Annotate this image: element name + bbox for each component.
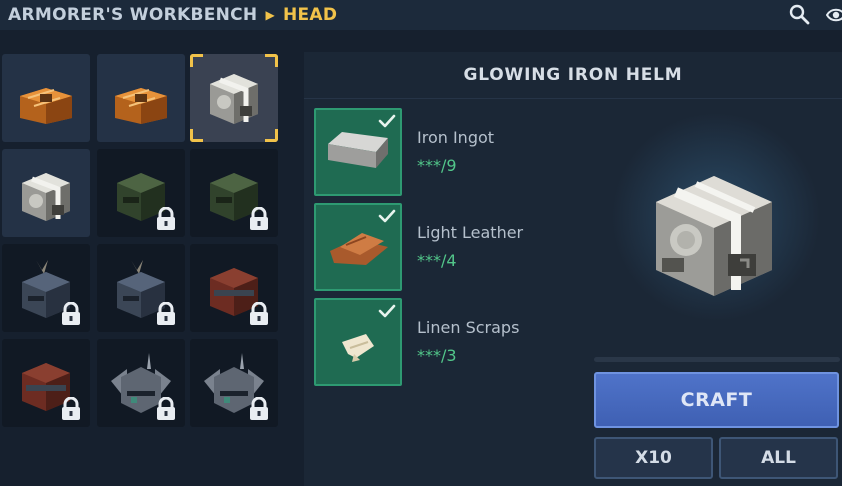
leather-icon [330, 233, 388, 265]
lock-icon [157, 302, 175, 325]
material-name: Iron Ingot [417, 128, 495, 147]
iron-ingot-icon [328, 132, 388, 168]
recipe-slot-iron-helm[interactable] [2, 149, 90, 237]
breadcrumb-root[interactable]: ARMORER'S WORKBENCH [8, 5, 257, 25]
material-slot-linen-scraps[interactable] [314, 298, 402, 386]
lock-icon [62, 302, 80, 325]
material-count: ***/9 [417, 156, 457, 175]
material-slot-light-leather[interactable] [314, 203, 402, 291]
recipe-grid [0, 52, 292, 486]
lock-icon [157, 397, 175, 420]
top-bar: ARMORER'S WORKBENCH ▶ HEAD [0, 0, 842, 30]
glowing-iron-helm-preview-icon [656, 176, 772, 296]
recipe-slot-plumed-steel-helm[interactable] [97, 244, 185, 332]
lock-icon [250, 302, 268, 325]
material-count: ***/4 [417, 251, 457, 270]
linen-icon [342, 334, 374, 362]
recipe-slot-green-helm[interactable] [97, 149, 185, 237]
search-icon[interactable] [788, 3, 812, 27]
material-count: ***/3 [417, 346, 457, 365]
material-slot-iron-ingot[interactable] [314, 108, 402, 196]
recipe-slot-glowing-iron-helm[interactable] [190, 54, 278, 142]
craft-progress-bar [594, 357, 840, 362]
recipe-slot-winged-helm[interactable] [97, 339, 185, 427]
selection-corner [190, 129, 203, 142]
glowing-iron-helm-icon [210, 74, 258, 124]
eye-icon[interactable] [826, 5, 842, 25]
craft-button[interactable]: CRAFT [594, 372, 839, 428]
lock-icon [157, 207, 175, 230]
recipe-detail-panel: GLOWING IRON HELM Iron Ingot ***/9 Light… [304, 52, 842, 486]
craft-x10-button[interactable]: X10 [594, 437, 713, 479]
lock-icon [62, 397, 80, 420]
recipe-slot-green-helm[interactable] [190, 149, 278, 237]
iron-helm-icon [22, 173, 70, 221]
bronze-helm-icon [20, 88, 72, 124]
breadcrumb-current: HEAD [282, 5, 338, 25]
lock-icon [250, 397, 268, 420]
lock-icon [250, 207, 268, 230]
recipe-slot-bronze-helm[interactable] [97, 54, 185, 142]
recipe-slot-bronze-helm[interactable] [2, 54, 90, 142]
breadcrumb: ARMORER'S WORKBENCH ▶ HEAD [8, 5, 337, 25]
material-name: Linen Scraps [417, 318, 520, 337]
bronze-helm-icon [115, 88, 167, 124]
selection-corner [265, 129, 278, 142]
recipe-slot-winged-helm[interactable] [190, 339, 278, 427]
selection-corner [265, 54, 278, 67]
recipe-slot-red-steel-helm[interactable] [190, 244, 278, 332]
recipe-slot-red-steel-helm[interactable] [2, 339, 90, 427]
craft-all-button[interactable]: ALL [719, 437, 838, 479]
triangle-right-icon: ▶ [265, 8, 275, 22]
recipe-slot-plumed-steel-helm[interactable] [2, 244, 90, 332]
material-name: Light Leather [417, 223, 524, 242]
